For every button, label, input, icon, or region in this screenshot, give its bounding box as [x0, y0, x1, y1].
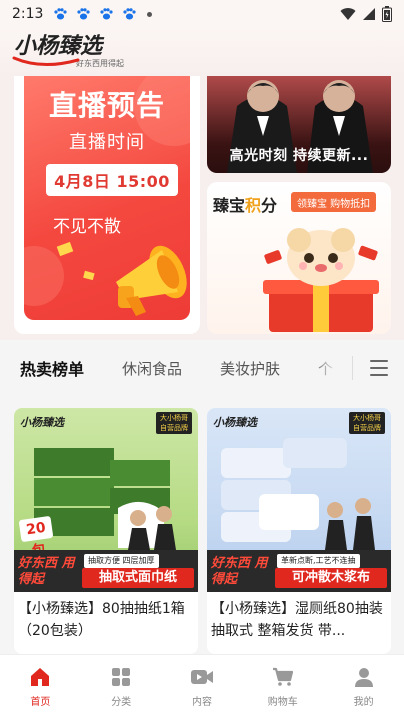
- live-preview-poster: 直播预告 直播时间 4月8日 15:00 不见不散: [24, 76, 190, 320]
- nav-content[interactable]: 内容: [162, 655, 243, 718]
- paw-notification-icon: [100, 8, 114, 20]
- menu-icon[interactable]: [370, 360, 388, 376]
- nav-label: 内容: [191, 697, 212, 708]
- product-slogan: 好东西 用得起: [18, 556, 75, 587]
- live-time-label: 直播时间: [69, 132, 145, 153]
- category-icon: [112, 668, 131, 686]
- points-title-part: 积: [245, 196, 262, 215]
- status-icons: [340, 6, 392, 22]
- wifi-icon: [340, 8, 356, 20]
- profile-icon: [354, 668, 373, 687]
- category-tabs: 热卖榜单 休闲食品 美妆护肤 个: [0, 340, 404, 396]
- tab-hot-ranking[interactable]: 热卖榜单: [20, 356, 84, 380]
- tab-beauty[interactable]: 美妆护肤: [220, 358, 280, 379]
- live-preview-card[interactable]: 直播预告 直播时间 4月8日 15:00 不见不散: [14, 76, 200, 334]
- tab-snacks[interactable]: 休闲食品: [122, 358, 182, 379]
- product-name-label: 抽取式面巾纸: [82, 568, 194, 588]
- points-badge: 领臻宝 购物抵扣: [291, 192, 377, 212]
- product-card[interactable]: 小杨臻选 大小杨哥 自营品牌 20包 好东西 用得起 抽取方便 四层加厚 抽取式…: [14, 408, 198, 654]
- product-title[interactable]: 【小杨臻选】80抽抽纸1箱（20包装）: [18, 598, 194, 644]
- product-grid: 小杨臻选 大小杨哥 自营品牌 20包 好东西 用得起 抽取方便 四层加厚 抽取式…: [14, 408, 392, 654]
- product-image: 小杨臻选 大小杨哥 自营品牌 好东西 用得起 革新点断,工艺不连抽 可冲散木浆布: [207, 408, 391, 592]
- more-notifications-dot: [147, 11, 153, 17]
- home-icon: [31, 668, 50, 686]
- bottom-navigation: 首页 分类 内容 购物车 我的: [0, 654, 404, 718]
- video-icon: [190, 670, 213, 684]
- product-slogan: 好东西 用得起: [211, 556, 268, 587]
- product-brand-tag: 大小杨哥 自营品牌: [156, 412, 192, 434]
- paw-notification-icon: [77, 8, 91, 20]
- battery-icon: [382, 6, 392, 22]
- live-slogan: 不见不散: [53, 217, 121, 237]
- live-title: 直播预告: [48, 89, 165, 122]
- status-bar: 2:13: [0, 0, 404, 28]
- points-card[interactable]: 臻宝积分 领臻宝 购物抵扣: [207, 182, 391, 334]
- nav-label: 分类: [111, 697, 132, 708]
- nav-label: 首页: [30, 697, 51, 708]
- app-header: 小杨臻选 好东西用得起: [0, 28, 404, 76]
- brand-logo[interactable]: 小杨臻选 好东西用得起: [12, 32, 124, 72]
- product-name-label: 可冲散木浆布: [275, 568, 387, 588]
- points-title-part: 臻宝: [213, 196, 246, 215]
- banner-area: 直播预告 直播时间 4月8日 15:00 不见不散 高光时刻 持续更新... 臻…: [0, 76, 404, 340]
- mascot-giftbox-image: [263, 228, 379, 332]
- live-date: 4月8日 15:00: [46, 164, 178, 196]
- nav-label: 购物车: [267, 697, 298, 708]
- nav-profile[interactable]: 我的: [323, 655, 404, 718]
- product-tagline: 革新点断,工艺不连抽: [277, 554, 360, 568]
- points-title-part: 分: [261, 196, 278, 215]
- points-title: 臻宝积分: [213, 192, 277, 216]
- highlight-caption: 高光时刻 持续更新...: [229, 148, 369, 164]
- product-brand: 小杨臻选: [213, 416, 257, 429]
- megaphone-icon: [116, 245, 187, 316]
- signal-icon: [363, 8, 375, 20]
- paw-notification-icon: [54, 8, 68, 20]
- tab-divider: [352, 356, 353, 380]
- status-time: 2:13: [12, 6, 44, 22]
- product-card[interactable]: 小杨臻选 大小杨哥 自营品牌 好东西 用得起 革新点断,工艺不连抽 可冲散木浆布…: [207, 408, 391, 654]
- product-brand-tag: 大小杨哥 自营品牌: [349, 412, 385, 434]
- nav-home[interactable]: 首页: [0, 655, 81, 718]
- nav-cart[interactable]: 购物车: [242, 655, 323, 718]
- product-image: 小杨臻选 大小杨哥 自营品牌 20包 好东西 用得起 抽取方便 四层加厚 抽取式…: [14, 408, 198, 592]
- nav-category[interactable]: 分类: [81, 655, 162, 718]
- nav-label: 我的: [353, 697, 374, 708]
- product-title[interactable]: 【小杨臻选】湿厕纸80抽装抽取式 整箱发货 带...: [211, 598, 387, 644]
- highlight-card[interactable]: 高光时刻 持续更新...: [207, 76, 391, 173]
- paw-notification-icon: [123, 8, 137, 20]
- product-brand: 小杨臻选: [20, 416, 64, 429]
- logo-subtitle: 好东西用得起: [76, 59, 124, 68]
- cart-icon: [272, 667, 293, 686]
- product-tagline: 抽取方便 四层加厚: [84, 554, 159, 568]
- product-count-badge: 20包: [18, 515, 54, 560]
- logo-swoosh-icon: [12, 56, 80, 67]
- tab-fade-overlay: [310, 352, 356, 384]
